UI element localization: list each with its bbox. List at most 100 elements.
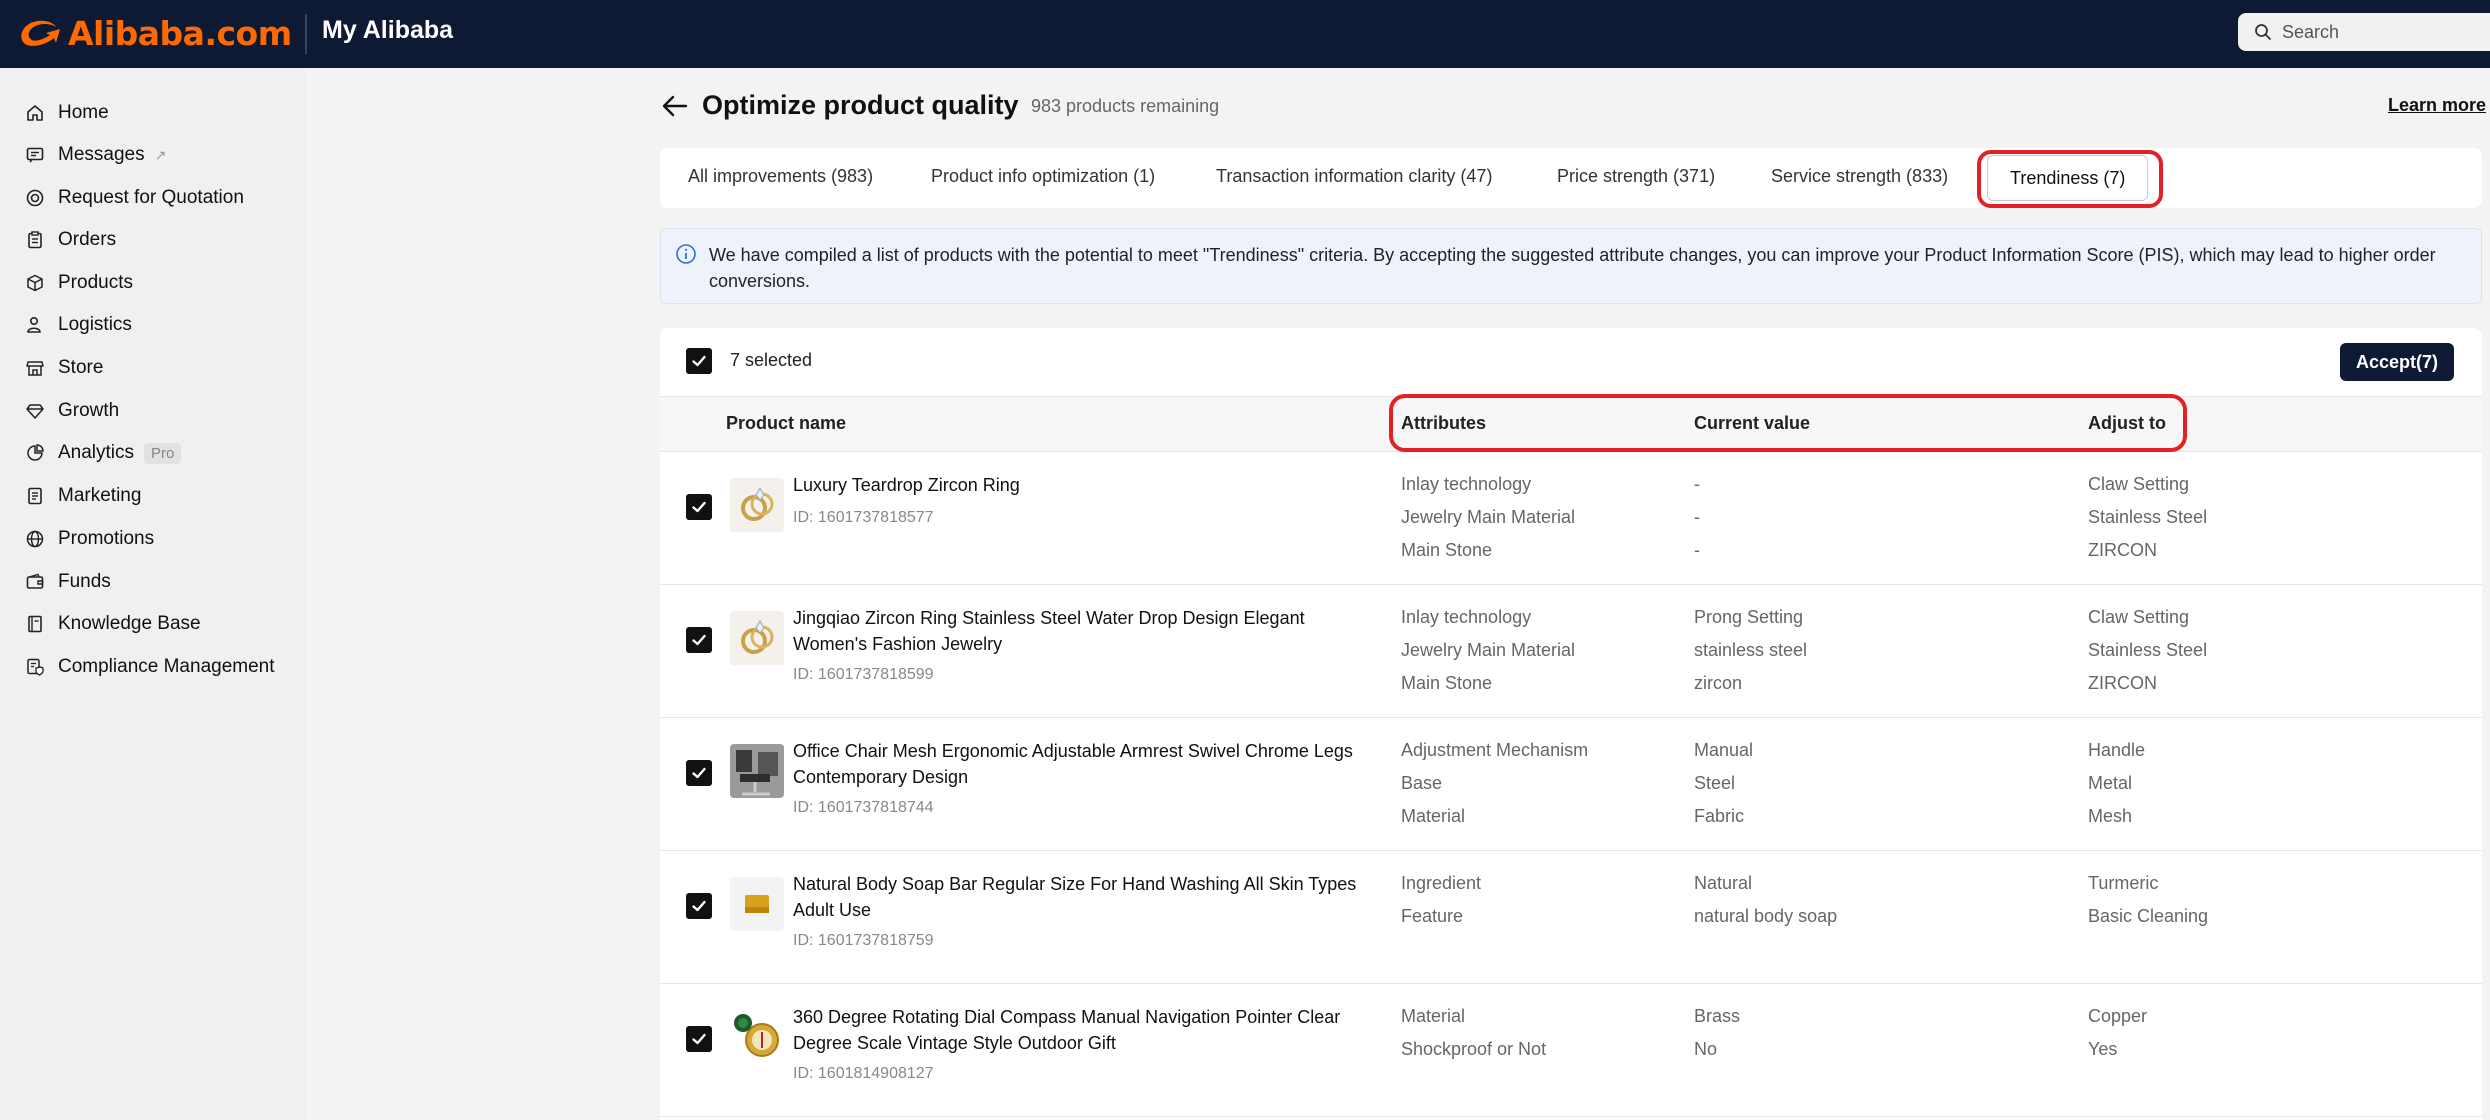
sidebar-item-logistics[interactable]: Logistics [24, 308, 132, 342]
row-checkbox[interactable] [686, 1026, 712, 1052]
target-icon [24, 187, 46, 209]
user-truck-icon [24, 314, 46, 336]
header-attributes: Attributes [1401, 413, 1486, 433]
sidebar-item-label: Logistics [58, 314, 132, 335]
tab-service-strength[interactable]: Service strength (833) [1771, 166, 1948, 187]
document-icon [24, 485, 46, 507]
soap-thumbnail [730, 877, 784, 931]
adjust-value: ZIRCON [2088, 540, 2157, 560]
attribute-name: Feature [1401, 906, 1464, 926]
sidebar-item-knowledge-base[interactable]: Knowledge Base [24, 607, 201, 641]
attribute-name: Material [1401, 806, 1466, 826]
diamond-icon [24, 400, 46, 422]
sidebar-item-marketing[interactable]: Marketing [24, 479, 141, 513]
attribute-name: Adjustment Mechanism [1401, 740, 1589, 760]
product-name[interactable]: Office Chair Mesh Ergonomic Adjustable A… [793, 738, 1373, 790]
alibaba-logo[interactable]: Alibaba.com [16, 11, 292, 55]
attribute-name: Inlay technology [1401, 474, 1532, 494]
sidebar-item-label: Orders [58, 229, 117, 250]
product-name[interactable]: Natural Body Soap Bar Regular Size For H… [793, 871, 1373, 923]
home-icon [24, 102, 46, 124]
products-remaining: 983 products remaining [1031, 96, 1220, 116]
sidebar-item-label: Promotions [58, 528, 155, 549]
sidebar-item-label: Store [58, 357, 104, 378]
check-icon [692, 1033, 706, 1045]
sidebar-item-orders[interactable]: Orders [24, 223, 116, 257]
adjust-value: Stainless Steel [2088, 640, 2208, 660]
sidebar-item-products[interactable]: Products [24, 266, 133, 300]
current-value: Fabric [1694, 806, 1745, 826]
adjust-value: Mesh [2088, 806, 2133, 826]
product-id: ID: 1601737818744 [793, 799, 934, 816]
current-value: - [1694, 540, 1700, 560]
attribute-name: Ingredient [1401, 873, 1482, 893]
clipboard-icon [24, 229, 46, 251]
adjust-value: Handle [2088, 740, 2146, 760]
adjust-value: ZIRCON [2088, 673, 2157, 693]
table-row: Jingqiao Zircon Ring Stainless Steel Wat… [660, 585, 2482, 718]
header-product-name: Product name [726, 413, 847, 433]
adjust-value: Claw Setting [2088, 607, 2190, 627]
selected-count: 7 selected [730, 350, 813, 370]
select-all-checkbox[interactable] [686, 348, 712, 374]
message-icon [24, 144, 46, 166]
back-arrow-icon[interactable] [660, 91, 690, 121]
tab-price-strength[interactable]: Price strength (371) [1557, 166, 1715, 187]
search-input[interactable] [2282, 21, 2472, 43]
current-value: Manual [1694, 740, 1754, 760]
sidebar-item-label: Knowledge Base [58, 613, 201, 634]
product-id: ID: 1601814908127 [793, 1065, 934, 1082]
current-value: Natural [1694, 873, 1753, 893]
product-id: ID: 1601737818577 [793, 509, 934, 526]
adjust-value: Stainless Steel [2088, 507, 2208, 527]
box-icon [24, 272, 46, 294]
logo-text: Alibaba.com [68, 13, 292, 53]
info-text: We have compiled a list of products with… [709, 245, 2436, 291]
sidebar-item-promotions[interactable]: Promotions [24, 522, 154, 556]
wallet-icon [24, 571, 46, 593]
attribute-name: Base [1401, 773, 1443, 793]
sidebar-item-label: Growth [58, 400, 120, 421]
book-icon [24, 613, 46, 635]
product-table: 7 selected Accept(7) Product name Attrib… [660, 328, 2482, 1120]
header-current-value: Current value [1694, 413, 1811, 433]
search-box[interactable] [2238, 13, 2490, 51]
tab-trendiness[interactable]: Trendiness (7) [1987, 155, 2149, 201]
sidebar-item-compliance[interactable]: Compliance Management [24, 650, 275, 684]
store-icon [24, 357, 46, 379]
sidebar-item-rfq[interactable]: Request for Quotation [24, 181, 244, 215]
learn-more-link[interactable]: Learn more [2388, 95, 2486, 116]
sidebar-item-label: Request for Quotation [58, 187, 244, 208]
header-divider [305, 14, 307, 54]
chart-icon [24, 442, 46, 464]
sidebar-item-store[interactable]: Store [24, 351, 103, 385]
tab-product-info-optimization[interactable]: Product info optimization (1) [931, 166, 1155, 187]
check-icon [692, 767, 706, 779]
product-id: ID: 1601737818759 [793, 932, 934, 949]
adjust-value: Metal [2088, 773, 2133, 793]
row-checkbox[interactable] [686, 760, 712, 786]
sidebar-item-messages[interactable]: Messages ↗ [24, 138, 166, 172]
shield-doc-icon [24, 656, 46, 678]
tab-all-improvements[interactable]: All improvements (983) [688, 166, 873, 187]
row-checkbox[interactable] [686, 627, 712, 653]
sidebar-item-label: Messages [58, 144, 145, 165]
check-icon [692, 900, 706, 912]
sidebar-item-analytics[interactable]: Analytics Pro [24, 436, 182, 470]
table-row: Office Chair Mesh Ergonomic Adjustable A… [660, 718, 2482, 851]
sidebar-item-home[interactable]: Home [24, 96, 109, 130]
sidebar-item-label: Home [58, 102, 109, 123]
tab-transaction-information-clarity[interactable]: Transaction information clarity (47) [1216, 166, 1492, 187]
row-checkbox[interactable] [686, 494, 712, 520]
product-name[interactable]: 360 Degree Rotating Dial Compass Manual … [793, 1004, 1373, 1056]
accept-button[interactable]: Accept(7) [2340, 343, 2454, 381]
product-name[interactable]: Jingqiao Zircon Ring Stainless Steel Wat… [793, 605, 1373, 657]
row-checkbox[interactable] [686, 893, 712, 919]
product-name[interactable]: Luxury Teardrop Zircon Ring [793, 472, 1373, 498]
sidebar-item-growth[interactable]: Growth [24, 394, 119, 428]
sidebar-item-funds[interactable]: Funds [24, 565, 111, 599]
globe-icon [24, 528, 46, 550]
app-title[interactable]: My Alibaba [322, 16, 453, 45]
sidebar-item-label: Analytics [58, 442, 135, 463]
attribute-name: Material [1401, 1006, 1466, 1026]
